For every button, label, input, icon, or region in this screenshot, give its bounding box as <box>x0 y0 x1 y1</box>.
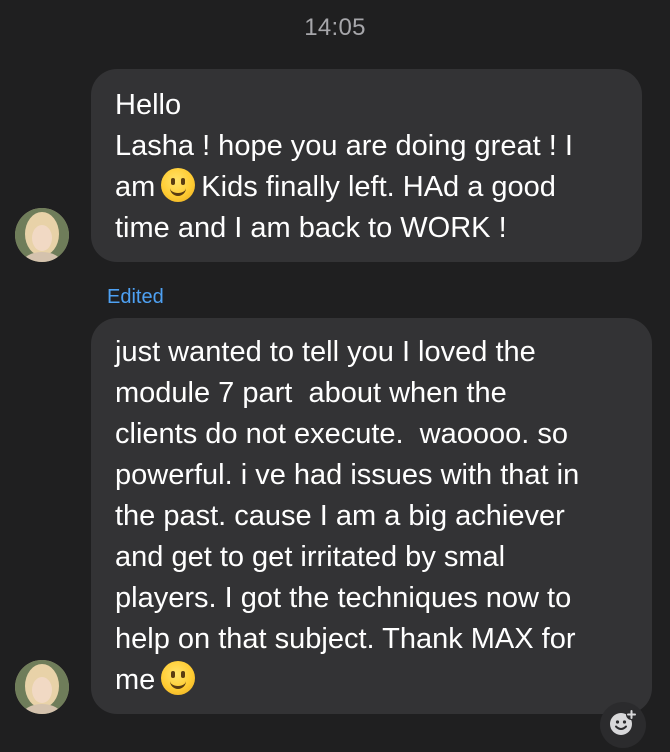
message-line: am Kids finally left. HAd a good <box>115 167 620 208</box>
edited-label: Edited <box>107 286 164 308</box>
message-line: help on that subject. Thank MAX for <box>115 623 576 655</box>
message-bubble[interactable]: Hello Lasha ! hope you are doing great !… <box>91 69 642 262</box>
message-line: Lasha ! hope you are doing great ! I <box>115 130 573 162</box>
message-timestamp: 14:05 <box>304 14 366 41</box>
message-bubble[interactable]: just wanted to tell you I loved the modu… <box>91 318 652 714</box>
message-line: powerful. i ve had issues with that in <box>115 459 580 491</box>
add-reaction-icon <box>608 708 638 743</box>
message-line: players. I got the techniques now to <box>115 582 572 614</box>
avatar[interactable] <box>15 208 69 262</box>
message-line: the past. cause I am a big achiever <box>115 500 565 532</box>
slightly-smiling-face-emoji-icon <box>161 168 196 202</box>
slightly-smiling-face-emoji-icon <box>161 661 196 695</box>
avatar[interactable] <box>15 660 69 714</box>
message-line: me <box>115 660 630 701</box>
message-line: clients do not execute. waoooo. so <box>115 418 569 450</box>
message-line: module 7 part about when the <box>115 377 507 409</box>
message-line: time and I am back to WORK ! <box>115 212 507 244</box>
message-line: and get to get irritated by smal <box>115 541 506 573</box>
add-reaction-button[interactable] <box>600 702 646 748</box>
message-line: Hello <box>115 89 182 121</box>
message-line: just wanted to tell you I loved the <box>115 336 536 368</box>
